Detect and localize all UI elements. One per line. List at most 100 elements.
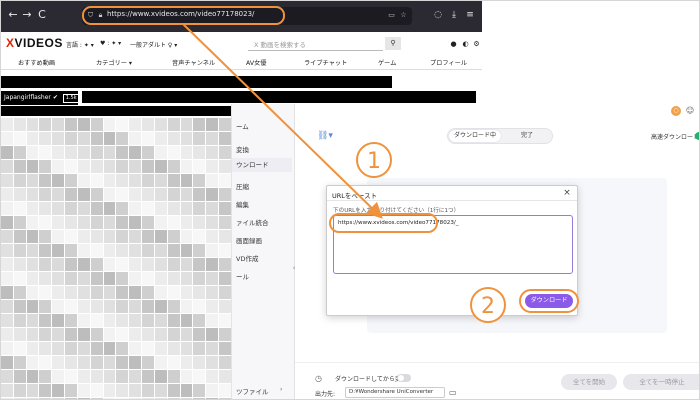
- reload-button[interactable]: C: [35, 8, 49, 22]
- mosaic-tile: [52, 300, 65, 313]
- mosaic-tile: [103, 342, 116, 355]
- url-textarea[interactable]: https://www.xvideos.com/video77178023/_: [333, 215, 573, 274]
- sidebar-item-convert[interactable]: 変換: [236, 144, 249, 154]
- mosaic-tile: [13, 188, 26, 201]
- tab-finished[interactable]: 完了: [501, 130, 553, 142]
- folder-icon[interactable]: ▭: [449, 388, 457, 397]
- pocket-icon[interactable]: ◌: [432, 9, 444, 21]
- mosaic-tile: [116, 328, 129, 341]
- mosaic-tile: [77, 286, 90, 299]
- settings-gear-icon[interactable]: ⚙: [472, 40, 481, 49]
- sidebar-item-dvd[interactable]: VD作成: [236, 253, 258, 263]
- lock-icon[interactable]: 🔒︎: [96, 11, 105, 20]
- mosaic-tile: [52, 328, 65, 341]
- site-logo[interactable]: XVIDEOS: [6, 36, 63, 50]
- support-icon[interactable]: ☺: [685, 106, 695, 116]
- mosaic-tile: [219, 342, 231, 355]
- shield-icon[interactable]: ⛉: [86, 11, 95, 20]
- menu-icon[interactable]: ≡: [464, 9, 476, 21]
- mosaic-tile: [167, 160, 180, 173]
- mosaic-tile: [90, 328, 103, 341]
- mosaic-tile: [167, 244, 180, 257]
- mosaic-tile: [206, 118, 219, 131]
- close-icon[interactable]: ×: [562, 188, 572, 198]
- mosaic-tile: [167, 216, 180, 229]
- nav-profile[interactable]: プロフィール: [430, 58, 467, 67]
- sidebar-item-compress[interactable]: 圧縮: [236, 181, 249, 191]
- mosaic-tile: [1, 258, 13, 271]
- sidebar-item-edit[interactable]: 編集: [236, 199, 249, 209]
- mosaic-tile: [77, 342, 90, 355]
- sidebar-item-tools[interactable]: ール: [236, 271, 249, 281]
- mosaic-tile: [116, 300, 129, 313]
- site-header: XVIDEOS 言語 : ✦ ▾ ♥ : ✦ ▾ 一般アダルト ♀ ▾ X 動画…: [0, 32, 482, 56]
- mosaic-tile: [180, 244, 193, 257]
- paste-url-dialog: URLをペースト × 下のURLを入力/貼り付けてください（1行に1つ） htt…: [326, 185, 578, 316]
- user-icon[interactable]: ●: [449, 40, 458, 49]
- mosaic-tile: [142, 356, 154, 369]
- search-button[interactable]: ⚲: [385, 37, 401, 50]
- mosaic-tile: [13, 286, 26, 299]
- sidebar-item-download[interactable]: ウンロード: [232, 158, 292, 172]
- nav-categories[interactable]: カテゴリー ▾: [96, 58, 132, 67]
- forward-button[interactable]: →: [20, 8, 34, 22]
- site-search-input[interactable]: X 動画を検索する: [248, 37, 383, 51]
- reader-icon[interactable]: ▭: [387, 11, 396, 20]
- mosaic-tile: [142, 216, 154, 229]
- mosaic-tile: [65, 286, 77, 299]
- nav-games[interactable]: ゲーム: [378, 58, 396, 67]
- contrast-icon[interactable]: ◐: [461, 40, 470, 49]
- mosaic-tile: [154, 230, 167, 243]
- nav-audio-channels[interactable]: 音声チャンネル: [172, 58, 215, 67]
- url-text: https://www.xvideos.com/video77178023/: [107, 10, 255, 18]
- nav-recommended[interactable]: おすすめ動画: [18, 58, 55, 67]
- nav-av-actresses[interactable]: AV女優: [246, 58, 266, 67]
- mosaic-tile: [77, 146, 90, 159]
- bookmark-star-icon[interactable]: ☆: [399, 11, 408, 20]
- dialog-title: URLをペースト: [332, 192, 378, 200]
- content-filter-select[interactable]: 一般アダルト ♀ ▾: [130, 40, 177, 49]
- mosaic-tile: [193, 370, 206, 383]
- mosaic-tile: [129, 216, 142, 229]
- sidebar-item-home[interactable]: ーム: [236, 121, 249, 131]
- mosaic-tile: [77, 258, 90, 271]
- address-bar[interactable]: ⛉ 🔒︎ https://www.xvideos.com/video771780…: [82, 7, 412, 25]
- mosaic-tile: [65, 230, 77, 243]
- convert-after-toggle[interactable]: [397, 374, 411, 382]
- high-speed-toggle[interactable]: [695, 132, 700, 140]
- pause-all-button[interactable]: 全てを一時停止: [623, 374, 700, 390]
- tab-downloading[interactable]: ダウンロード中: [449, 130, 501, 142]
- mosaic-tile: [142, 342, 154, 355]
- start-all-button[interactable]: 全てを開始: [561, 374, 617, 390]
- mosaic-tile: [167, 258, 180, 271]
- nav-live-chat[interactable]: ライブチャット: [304, 58, 347, 67]
- mosaic-tile: [154, 300, 167, 313]
- mosaic-tile: [116, 146, 129, 159]
- mosaic-tile: [129, 300, 142, 313]
- country-select[interactable]: ♥ : ✦ ▾: [100, 40, 121, 47]
- download-button[interactable]: ダウンロード: [525, 294, 573, 308]
- mosaic-tile: [219, 300, 231, 313]
- downloads-icon[interactable]: ⤓: [448, 9, 460, 21]
- mosaic-tile: [65, 188, 77, 201]
- sidebar-item-files[interactable]: ツファイル: [236, 386, 269, 396]
- mosaic-tile: [219, 174, 231, 187]
- language-select[interactable]: 言語 : ✦ ▾: [66, 40, 94, 49]
- add-url-icon[interactable]: ⛓▾: [317, 130, 335, 142]
- mosaic-tile: [180, 258, 193, 271]
- mosaic-tile: [219, 146, 231, 159]
- back-button[interactable]: ←: [6, 8, 20, 22]
- mosaic-tile: [116, 230, 129, 243]
- mosaic-tile: [206, 356, 219, 369]
- uploader-chip[interactable]: Japangirlflasher ✔ 1.5k: [4, 93, 80, 103]
- mosaic-tile: [129, 258, 142, 271]
- output-path-select[interactable]: D:¥Wondershare UniConverter: [345, 387, 445, 398]
- mosaic-tile: [52, 146, 65, 159]
- mosaic-tile: [26, 328, 39, 341]
- mosaic-tile: [77, 356, 90, 369]
- sidebar-item-merge[interactable]: ァイル統合: [236, 217, 269, 227]
- notification-badge[interactable]: ○: [671, 106, 681, 116]
- mosaic-tile: [52, 244, 65, 257]
- sidebar-item-screen-record[interactable]: 画面録画: [236, 235, 262, 245]
- mosaic-tile: [26, 146, 39, 159]
